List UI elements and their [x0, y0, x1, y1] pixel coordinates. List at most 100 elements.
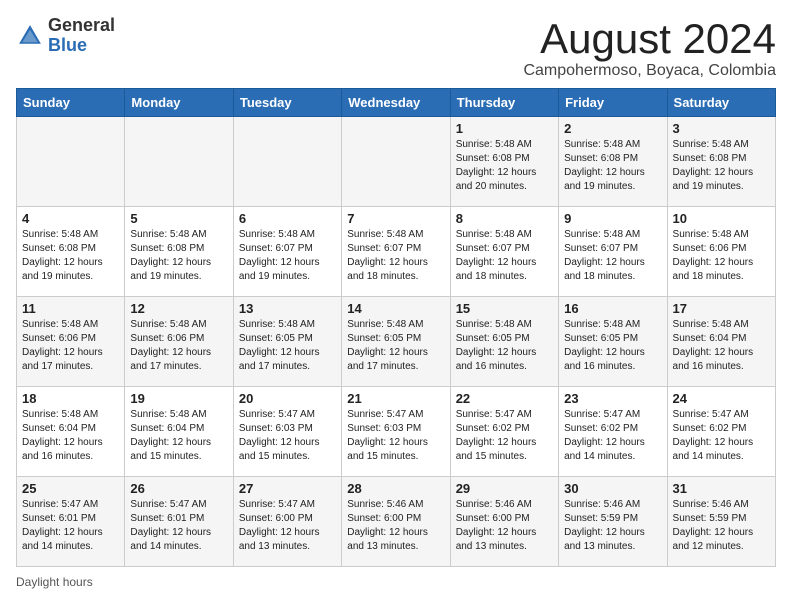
- calendar-cell: 28 Sunrise: 5:46 AM Sunset: 6:00 PM Dayli…: [342, 477, 450, 567]
- calendar-week-4: 18 Sunrise: 5:48 AM Sunset: 6:04 PM Dayli…: [17, 387, 776, 477]
- logo-blue: Blue: [48, 35, 87, 55]
- calendar-cell: 25 Sunrise: 5:47 AM Sunset: 6:01 PM Dayli…: [17, 477, 125, 567]
- day-info: Sunrise: 5:48 AM Sunset: 6:08 PM Dayligh…: [456, 138, 553, 194]
- day-number: 1: [456, 121, 553, 136]
- day-info: Sunrise: 5:47 AM Sunset: 6:03 PM Dayligh…: [347, 408, 444, 464]
- day-info: Sunrise: 5:48 AM Sunset: 6:08 PM Dayligh…: [130, 228, 227, 284]
- calendar-week-1: 1 Sunrise: 5:48 AM Sunset: 6:08 PM Daylig…: [17, 117, 776, 207]
- day-number: 2: [564, 121, 661, 136]
- calendar-cell: 17 Sunrise: 5:48 AM Sunset: 6:04 PM Dayli…: [667, 297, 775, 387]
- day-info: Sunrise: 5:48 AM Sunset: 6:04 PM Dayligh…: [673, 318, 770, 374]
- day-info: Sunrise: 5:48 AM Sunset: 6:06 PM Dayligh…: [130, 318, 227, 374]
- day-info: Sunrise: 5:47 AM Sunset: 6:01 PM Dayligh…: [22, 498, 119, 554]
- day-number: 13: [239, 301, 336, 316]
- calendar-cell: [17, 117, 125, 207]
- day-number: 11: [22, 301, 119, 316]
- day-number: 30: [564, 481, 661, 496]
- calendar-cell: 3Sunrise: 5:48 AM Sunset: 6:08 PM Daylig…: [667, 117, 775, 207]
- logo-general: General: [48, 15, 115, 35]
- day-info: Sunrise: 5:48 AM Sunset: 6:05 PM Dayligh…: [456, 318, 553, 374]
- logo: General Blue: [16, 16, 115, 56]
- day-info: Sunrise: 5:47 AM Sunset: 6:00 PM Dayligh…: [239, 498, 336, 554]
- header-day-saturday: Saturday: [667, 89, 775, 117]
- day-number: 18: [22, 391, 119, 406]
- calendar-week-5: 25 Sunrise: 5:47 AM Sunset: 6:01 PM Dayli…: [17, 477, 776, 567]
- calendar-cell: 29Sunrise: 5:46 AM Sunset: 6:00 PM Dayli…: [450, 477, 558, 567]
- day-info: Sunrise: 5:46 AM Sunset: 5:59 PM Dayligh…: [564, 498, 661, 554]
- daylight-label: Daylight hours: [16, 575, 93, 589]
- day-info: Sunrise: 5:46 AM Sunset: 6:00 PM Dayligh…: [347, 498, 444, 554]
- day-info: Sunrise: 5:48 AM Sunset: 6:05 PM Dayligh…: [347, 318, 444, 374]
- day-info: Sunrise: 5:46 AM Sunset: 5:59 PM Dayligh…: [673, 498, 770, 554]
- title-block: August 2024 Campohermoso, Boyaca, Colomb…: [523, 16, 776, 80]
- calendar-cell: 13 Sunrise: 5:48 AM Sunset: 6:05 PM Dayli…: [233, 297, 341, 387]
- day-info: Sunrise: 5:47 AM Sunset: 6:02 PM Dayligh…: [564, 408, 661, 464]
- day-info: Sunrise: 5:46 AM Sunset: 6:00 PM Dayligh…: [456, 498, 553, 554]
- day-number: 19: [130, 391, 227, 406]
- month-title: August 2024: [523, 16, 776, 62]
- logo-icon: [16, 22, 44, 50]
- day-number: 25: [22, 481, 119, 496]
- header-day-wednesday: Wednesday: [342, 89, 450, 117]
- calendar-cell: 15 Sunrise: 5:48 AM Sunset: 6:05 PM Dayli…: [450, 297, 558, 387]
- calendar-cell: 2Sunrise: 5:48 AM Sunset: 6:08 PM Daylig…: [559, 117, 667, 207]
- day-info: Sunrise: 5:47 AM Sunset: 6:02 PM Dayligh…: [456, 408, 553, 464]
- day-info: Sunrise: 5:48 AM Sunset: 6:04 PM Dayligh…: [22, 408, 119, 464]
- page-header: General Blue August 2024 Campohermoso, B…: [16, 16, 776, 80]
- day-number: 15: [456, 301, 553, 316]
- calendar-cell: 1 Sunrise: 5:48 AM Sunset: 6:08 PM Daylig…: [450, 117, 558, 207]
- day-number: 28: [347, 481, 444, 496]
- day-number: 4: [22, 211, 119, 226]
- location-subtitle: Campohermoso, Boyaca, Colombia: [523, 62, 776, 80]
- calendar-cell: 31 Sunrise: 5:46 AM Sunset: 5:59 PM Dayli…: [667, 477, 775, 567]
- calendar-cell: 30 Sunrise: 5:46 AM Sunset: 5:59 PM Dayli…: [559, 477, 667, 567]
- day-info: Sunrise: 5:48 AM Sunset: 6:05 PM Dayligh…: [239, 318, 336, 374]
- calendar-cell: 5 Sunrise: 5:48 AM Sunset: 6:08 PM Daylig…: [125, 207, 233, 297]
- day-number: 22: [456, 391, 553, 406]
- calendar-week-2: 4 Sunrise: 5:48 AM Sunset: 6:08 PM Daylig…: [17, 207, 776, 297]
- day-number: 20: [239, 391, 336, 406]
- day-info: Sunrise: 5:48 AM Sunset: 6:07 PM Dayligh…: [239, 228, 336, 284]
- calendar-header: SundayMondayTuesdayWednesdayThursdayFrid…: [17, 89, 776, 117]
- calendar-cell: 19Sunrise: 5:48 AM Sunset: 6:04 PM Dayli…: [125, 387, 233, 477]
- calendar-cell: 16 Sunrise: 5:48 AM Sunset: 6:05 PM Dayli…: [559, 297, 667, 387]
- day-info: Sunrise: 5:48 AM Sunset: 6:08 PM Dayligh…: [22, 228, 119, 284]
- calendar-cell: 9Sunrise: 5:48 AM Sunset: 6:07 PM Daylig…: [559, 207, 667, 297]
- day-info: Sunrise: 5:48 AM Sunset: 6:07 PM Dayligh…: [456, 228, 553, 284]
- day-number: 24: [673, 391, 770, 406]
- calendar-table: SundayMondayTuesdayWednesdayThursdayFrid…: [16, 88, 776, 567]
- calendar-cell: 7Sunrise: 5:48 AM Sunset: 6:07 PM Daylig…: [342, 207, 450, 297]
- calendar-cell: 21 Sunrise: 5:47 AM Sunset: 6:03 PM Dayli…: [342, 387, 450, 477]
- day-info: Sunrise: 5:47 AM Sunset: 6:03 PM Dayligh…: [239, 408, 336, 464]
- day-number: 5: [130, 211, 227, 226]
- calendar-cell: 23Sunrise: 5:47 AM Sunset: 6:02 PM Dayli…: [559, 387, 667, 477]
- footer: Daylight hours: [16, 575, 776, 589]
- calendar-cell: 22 Sunrise: 5:47 AM Sunset: 6:02 PM Dayli…: [450, 387, 558, 477]
- day-info: Sunrise: 5:48 AM Sunset: 6:06 PM Dayligh…: [673, 228, 770, 284]
- calendar-week-3: 11 Sunrise: 5:48 AM Sunset: 6:06 PM Dayli…: [17, 297, 776, 387]
- header-day-tuesday: Tuesday: [233, 89, 341, 117]
- day-info: Sunrise: 5:47 AM Sunset: 6:02 PM Dayligh…: [673, 408, 770, 464]
- day-number: 9: [564, 211, 661, 226]
- day-info: Sunrise: 5:47 AM Sunset: 6:01 PM Dayligh…: [130, 498, 227, 554]
- calendar-cell: 12 Sunrise: 5:48 AM Sunset: 6:06 PM Dayli…: [125, 297, 233, 387]
- day-info: Sunrise: 5:48 AM Sunset: 6:05 PM Dayligh…: [564, 318, 661, 374]
- calendar-body: 1 Sunrise: 5:48 AM Sunset: 6:08 PM Daylig…: [17, 117, 776, 567]
- calendar-cell: 26 Sunrise: 5:47 AM Sunset: 6:01 PM Dayli…: [125, 477, 233, 567]
- day-info: Sunrise: 5:48 AM Sunset: 6:06 PM Dayligh…: [22, 318, 119, 374]
- day-number: 16: [564, 301, 661, 316]
- calendar-cell: 10Sunrise: 5:48 AM Sunset: 6:06 PM Dayli…: [667, 207, 775, 297]
- day-number: 6: [239, 211, 336, 226]
- logo-text: General Blue: [48, 16, 115, 56]
- day-number: 17: [673, 301, 770, 316]
- calendar-cell: 18 Sunrise: 5:48 AM Sunset: 6:04 PM Dayli…: [17, 387, 125, 477]
- calendar-cell: 14Sunrise: 5:48 AM Sunset: 6:05 PM Dayli…: [342, 297, 450, 387]
- header-day-friday: Friday: [559, 89, 667, 117]
- day-number: 21: [347, 391, 444, 406]
- day-number: 31: [673, 481, 770, 496]
- calendar-cell: 8Sunrise: 5:48 AM Sunset: 6:07 PM Daylig…: [450, 207, 558, 297]
- day-number: 26: [130, 481, 227, 496]
- header-day-thursday: Thursday: [450, 89, 558, 117]
- day-number: 12: [130, 301, 227, 316]
- day-info: Sunrise: 5:48 AM Sunset: 6:08 PM Dayligh…: [673, 138, 770, 194]
